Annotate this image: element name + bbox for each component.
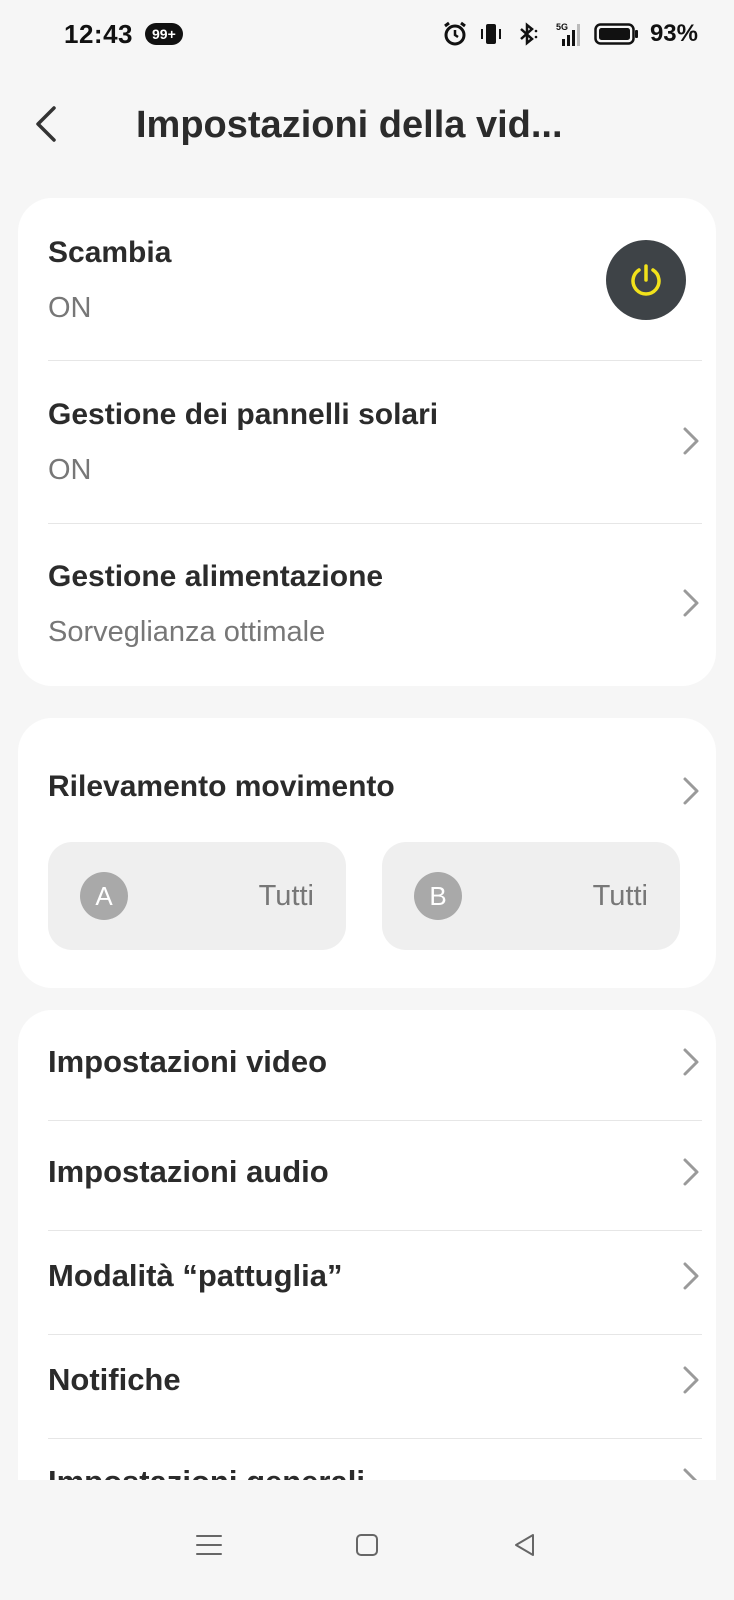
vibrate-icon — [478, 21, 504, 47]
zone-a-value: Tutti — [258, 880, 314, 912]
patrol-mode-row[interactable]: Modalità “pattuglia” — [48, 1224, 702, 1328]
swap-title: Scambia — [48, 236, 172, 269]
motion-detection-row[interactable]: Rilevamento movimento — [48, 770, 702, 814]
status-bar: 12:43 99+ 5G 93% — [0, 0, 734, 68]
signal-5g-icon: 5G — [550, 20, 584, 48]
chevron-right-icon — [680, 1363, 702, 1397]
audio-settings-label: Impostazioni audio — [48, 1154, 329, 1189]
swap-row: Scambia ON — [48, 236, 702, 325]
battery-percent: 93% — [649, 20, 698, 47]
power-management-row[interactable]: Gestione alimentazione Sorveglianza otti… — [48, 560, 702, 684]
battery-icon — [594, 22, 640, 46]
back-nav-button[interactable] — [505, 1525, 545, 1565]
chevron-right-icon — [680, 1259, 702, 1293]
menu-icon — [196, 1535, 222, 1555]
zone-a-badge: A — [80, 872, 128, 920]
back-button[interactable] — [24, 102, 68, 146]
video-settings-label: Impostazioni video — [48, 1044, 328, 1079]
zone-b-value: Tutti — [592, 880, 648, 912]
status-left: 12:43 99+ — [64, 19, 183, 50]
system-nav-bar — [0, 1490, 734, 1600]
bluetooth-icon — [514, 21, 540, 47]
motion-detection-title: Rilevamento movimento — [48, 770, 395, 803]
chevron-right-icon — [680, 774, 702, 808]
divider — [48, 523, 702, 524]
chevron-right-icon — [680, 1155, 702, 1189]
divider — [48, 360, 702, 361]
zone-b-badge: B — [414, 872, 462, 920]
header: Impostazioni della vid... — [0, 88, 734, 160]
chevron-right-icon — [680, 424, 702, 458]
power-toggle-button[interactable] — [606, 240, 686, 320]
back-triangle-icon — [515, 1534, 534, 1556]
solar-panel-row[interactable]: Gestione dei pannelli solari ON — [48, 398, 702, 522]
chevron-right-icon — [680, 1045, 702, 1079]
home-square-icon — [356, 1534, 378, 1556]
status-right: 5G 93% — [442, 20, 698, 48]
power-management-value: Sorveglianza ottimale — [48, 616, 326, 648]
chevron-right-icon — [680, 586, 702, 620]
alarm-icon — [442, 21, 468, 47]
chevron-left-icon — [36, 106, 56, 142]
zone-b-button[interactable]: B Tutti — [382, 842, 680, 950]
network-label: 5G — [556, 22, 568, 32]
audio-settings-row[interactable]: Impostazioni audio — [48, 1120, 702, 1224]
menu-nav-button[interactable] — [189, 1525, 229, 1565]
motion-detection-card: Rilevamento movimento A Tutti B Tutti — [18, 718, 716, 988]
power-management-title: Gestione alimentazione — [48, 560, 384, 593]
zone-a-button[interactable]: A Tutti — [48, 842, 346, 950]
notifications-row[interactable]: Notifiche — [48, 1328, 702, 1432]
notification-badge: 99+ — [145, 23, 183, 45]
solar-panel-value: ON — [48, 454, 92, 486]
home-nav-button[interactable] — [347, 1525, 387, 1565]
general-settings-card: Impostazioni video Impostazioni audio Mo… — [18, 1010, 716, 1530]
video-settings-row[interactable]: Impostazioni video — [48, 1010, 702, 1114]
power-settings-card: Scambia ON Gestione dei pannelli solari … — [18, 198, 716, 686]
notifications-label: Notifiche — [48, 1362, 181, 1397]
clock: 12:43 — [64, 18, 133, 49]
patrol-mode-label: Modalità “pattuglia” — [48, 1258, 343, 1293]
page-title: Impostazioni della vid... — [136, 104, 563, 146]
swap-value: ON — [48, 292, 92, 324]
power-icon — [631, 264, 661, 296]
solar-panel-title: Gestione dei pannelli solari — [48, 398, 439, 431]
